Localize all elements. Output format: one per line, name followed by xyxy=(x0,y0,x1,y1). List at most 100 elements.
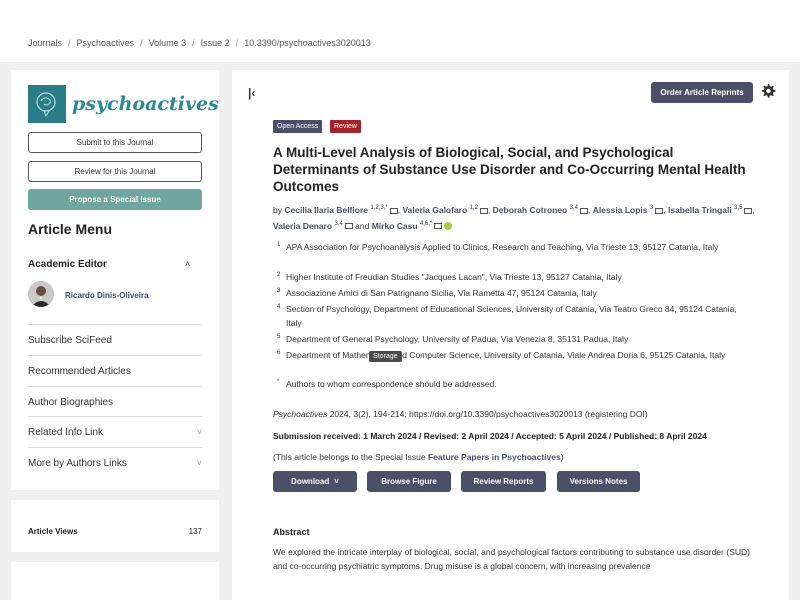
affiliation-item: 4 Section of Psychology, Department of E… xyxy=(273,302,753,330)
journal-logo[interactable]: psychoactives xyxy=(28,84,219,124)
affiliation-item: 3 Associazione Amici di San Patrignano S… xyxy=(273,286,753,300)
breadcrumb-issue[interactable]: Issue 2 xyxy=(201,38,230,48)
article-views-label: Article Views xyxy=(28,527,78,536)
author-link[interactable]: Deborah Cotroneo xyxy=(493,205,568,215)
affiliation-text: Department of General Psychology, Univer… xyxy=(286,334,629,344)
special-issue-link[interactable]: Feature Papers in Psychoactives xyxy=(428,452,561,462)
author-affiliation-sup: 4,6,* xyxy=(419,220,433,227)
author-link[interactable]: Valeria Denaro xyxy=(273,221,332,231)
breadcrumb-separator: / xyxy=(68,38,71,48)
and-label: and xyxy=(355,220,370,231)
article-title: A Multi-Level Analysis of Biological, So… xyxy=(273,145,746,194)
sidebar: psychoactives Submit to this Journal Rev… xyxy=(11,70,219,490)
citation-details: 2024, 3(2), 194-214; https://doi.org/10.… xyxy=(327,409,648,419)
email-icon[interactable] xyxy=(744,207,753,214)
breadcrumb-volume[interactable]: Volume 3 xyxy=(149,38,187,48)
affiliation-number: 1 xyxy=(277,242,281,248)
special-issue-prefix: (This article belongs to the Special Iss… xyxy=(273,452,428,462)
affiliation-item: 5 Department of General Psychology, Univ… xyxy=(273,332,753,346)
sidebar-empty-card xyxy=(11,562,219,600)
affiliation-item: 1 APA Association for Psychoanalysis App… xyxy=(273,240,753,254)
special-issue-note: (This article belongs to the Special Iss… xyxy=(273,452,773,462)
breadcrumb-separator: / xyxy=(140,38,143,48)
download-label: Download xyxy=(291,477,330,486)
browse-figure-button[interactable]: Browse Figure xyxy=(367,471,451,492)
review-journal-button[interactable]: Review for this Journal xyxy=(28,161,202,182)
sidebar-item-related-info-link[interactable]: Related Info Link ˅ xyxy=(28,416,202,447)
gear-icon[interactable] xyxy=(760,83,776,101)
author-link[interactable]: Valeria Galofaro xyxy=(402,205,467,215)
affiliation-number: 3 xyxy=(277,288,281,294)
affiliation-number: 2 xyxy=(277,272,281,278)
email-icon[interactable] xyxy=(579,207,588,214)
collapse-sidebar-icon[interactable]: |‹ xyxy=(248,86,255,100)
breadcrumb-psychoactives[interactable]: Psychoactives xyxy=(77,38,135,48)
chevron-down-icon: ˅ xyxy=(334,477,339,486)
editor-avatar xyxy=(28,281,54,307)
special-issue-suffix: ) xyxy=(560,452,564,462)
affiliation-number: 5 xyxy=(277,334,281,340)
breadcrumb-journals[interactable]: Journals xyxy=(28,38,62,48)
affiliation-number: 4 xyxy=(277,304,281,310)
affiliation-text: Department of Mathematics and Computer S… xyxy=(286,350,726,360)
affiliation-text: Authors to whom correspondence should be… xyxy=(286,379,497,389)
affiliation-text: Section of Psychology, Department of Edu… xyxy=(286,304,737,328)
email-icon[interactable] xyxy=(344,223,353,230)
review-reports-button[interactable]: Review Reports xyxy=(461,471,546,492)
sidebar-item-label: Recommended Articles xyxy=(28,365,131,377)
article-menu-title: Article Menu xyxy=(28,221,113,237)
citation-journal: Psychoactives xyxy=(273,409,328,419)
orcid-icon[interactable] xyxy=(444,222,453,231)
download-button[interactable]: Download ˅ xyxy=(273,471,357,492)
sidebar-item-author-biographies[interactable]: Author Biographies xyxy=(28,386,202,417)
breadcrumb-separator: / xyxy=(192,38,195,48)
order-reprints-button[interactable]: Order Article Reprints xyxy=(651,82,753,103)
sidebar-item-recommended-articles[interactable]: Recommended Articles xyxy=(28,355,202,386)
sidebar-item-subscribe-scifeed[interactable]: Subscribe SciFeed xyxy=(28,324,202,355)
author-affiliation-sup: 3,4 xyxy=(334,220,343,227)
sidebar-item-label: More by Authors Links xyxy=(28,457,127,469)
sidebar-item-more-by-authors[interactable]: More by Authors Links ˅ xyxy=(28,447,202,478)
author-affiliation-sup: 3 xyxy=(649,205,654,211)
affiliation-item: 6 Department of Mathematics and Computer… xyxy=(273,348,753,362)
author-link[interactable]: Isabella Tringali xyxy=(668,205,732,215)
breadcrumb: Journals / Psychoactives / Volume 3 / Issue 2 /… xyxy=(28,38,371,48)
citation-line: Psychoactives 2024, 3(2), 194-214; https… xyxy=(273,409,773,419)
academic-editor-heading[interactable]: Academic Editor xyxy=(28,259,107,270)
chevron-down-icon: ˅ xyxy=(196,427,202,437)
email-icon[interactable] xyxy=(479,207,488,214)
abstract-text: We explored the intricate interplay of b… xyxy=(273,547,750,571)
author-list: by Cecilia Ilaria Belfiore 1,2,3,*, Vale… xyxy=(273,204,755,231)
affiliation-text: Associazione Amici di San Patrignano Sic… xyxy=(286,288,597,298)
sidebar-item-label: Subscribe SciFeed xyxy=(28,334,112,346)
sidebar-item-label: Author Biographies xyxy=(28,396,114,408)
chevron-down-icon: ˅ xyxy=(196,458,202,468)
article-views-card: Article Views 137 xyxy=(11,500,219,552)
author-link[interactable]: Mirko Casu xyxy=(372,221,418,231)
author-affiliation-sup: 1,2,3,* xyxy=(370,205,388,211)
affiliation-item: * Authors to whom correspondence should … xyxy=(273,377,753,391)
breadcrumb-separator: / xyxy=(235,38,239,48)
email-icon[interactable] xyxy=(389,207,398,214)
abstract-heading: Abstract xyxy=(273,527,310,537)
open-access-badge[interactable]: Open Access xyxy=(273,120,323,133)
affiliation-text: APA Association for Psychoanalysis Appli… xyxy=(286,242,719,252)
author-affiliation-sup: 3,4 xyxy=(569,205,578,211)
affiliation-item: 2 Higher Institute of Freudian Studies "… xyxy=(273,270,753,284)
email-icon[interactable] xyxy=(434,223,443,230)
author-affiliation-sup: 3,5 xyxy=(734,205,743,211)
author-link[interactable]: Cecilia Ilaria Belfiore xyxy=(284,205,368,215)
editor-name-link[interactable]: Ricardo Dinis-Oliveira xyxy=(65,291,149,300)
review-badge: Review xyxy=(330,120,361,133)
submit-journal-button[interactable]: Submit to this Journal xyxy=(28,132,202,153)
storage-tooltip: Storage xyxy=(369,351,402,362)
breadcrumb-bar: Journals / Psychoactives / Volume 3 / Issue 2 /… xyxy=(0,0,800,62)
author-link[interactable]: Alessia Lopis xyxy=(593,205,648,215)
chevron-up-icon[interactable]: ˄ xyxy=(185,259,190,269)
versions-notes-button[interactable]: Versions Notes xyxy=(557,471,640,492)
affiliation-number: 6 xyxy=(277,350,281,356)
email-icon[interactable] xyxy=(655,207,664,214)
propose-special-issue-button[interactable]: Propose a Special Issue xyxy=(28,189,202,210)
affiliation-text: Higher Institute of Freudian Studies "Ja… xyxy=(286,272,622,282)
sidebar-item-label: Related Info Link xyxy=(28,426,104,438)
